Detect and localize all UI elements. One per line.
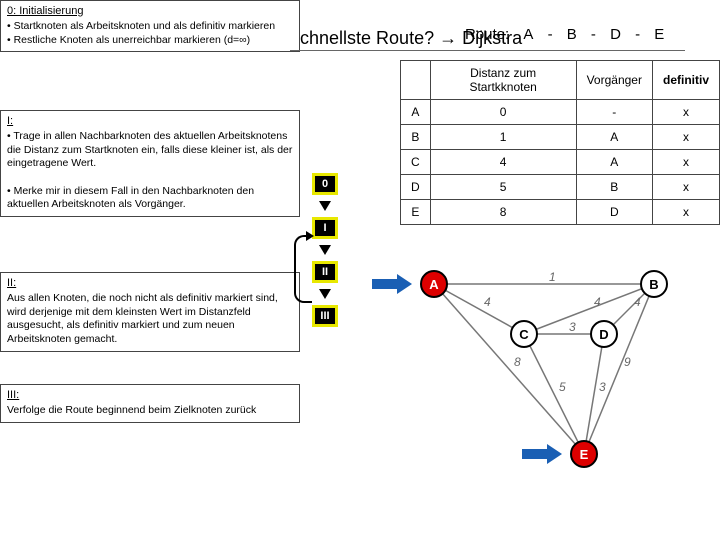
route-label: Route: [465,26,509,43]
graph-node-a: A [420,270,448,298]
table-row: B1Ax [401,125,720,150]
cell: A [401,100,431,125]
th-pred: Vorgänger [576,61,652,100]
step-3-box: III: Verfolge die Route beginnend beim Z… [0,384,300,423]
route-sep: - [548,26,553,43]
chevron-down-icon [319,289,331,299]
flow-loop-arrow [294,235,312,303]
graph-edge [584,334,604,454]
cell: A [576,150,652,175]
th-dist: Distanz zum Startkknoten [430,61,576,100]
edge-weight: 4 [634,295,641,309]
route-n0: A [523,26,533,43]
table-row: A0-x [401,100,720,125]
graph-node-b: B [640,270,668,298]
graph-edge [434,284,584,454]
blue-arrow-icon [522,444,562,464]
step-3-body: Verfolge die Route beginnend beim Zielkn… [7,404,293,418]
title-underline [290,50,685,51]
cell: 0 [430,100,576,125]
route-line: Route: A - B - D - E [460,26,669,43]
cell: - [576,100,652,125]
step-3-title: III: [7,389,293,401]
step-2-title: II: [7,277,293,289]
step-1-title: I: [7,115,293,127]
flow-diagram: 0 I II III [312,173,338,327]
cell: E [401,200,431,225]
table-row: E8Dx [401,200,720,225]
step-0-title: 0: Initialisierung [7,5,293,17]
flow-node-3: III [312,305,338,327]
cell: x [652,100,719,125]
table-row: C4Ax [401,150,720,175]
cell: A [576,125,652,150]
cell: x [652,175,719,200]
cell: 4 [430,150,576,175]
edge-weight: 3 [569,320,576,334]
cell: B [401,125,431,150]
cell: 8 [430,200,576,225]
step-2-body: Aus allen Knoten, die noch nicht als def… [7,292,293,347]
edge-weight: 8 [514,355,521,369]
chevron-down-icon [319,201,331,211]
flow-node-1: I [312,217,338,239]
step-0-body: • Startknoten als Arbeitsknoten und als … [7,20,293,47]
graph-node-e: E [570,440,598,468]
cell: B [576,175,652,200]
graph-edge [434,284,524,334]
route-n2: D [610,26,621,43]
step-1-box: I: • Trage in allen Nachbarknoten des ak… [0,110,300,217]
blue-arrow-icon [372,274,412,294]
graph-diagram: 1 4 4 4 3 8 5 3 9 A B C D E [380,250,690,480]
table-header-row: Distanz zum Startkknoten Vorgänger defin… [401,61,720,100]
cell: D [401,175,431,200]
graph-edge [584,284,654,454]
flow-node-2: II [312,261,338,283]
edge-weight: 4 [484,295,491,309]
flow-node-0: 0 [312,173,338,195]
step-1-body: • Trage in allen Nachbarknoten des aktue… [7,130,293,212]
edge-weight: 5 [559,380,566,394]
cell: x [652,125,719,150]
route-n1: B [567,26,577,43]
th-node [401,61,431,100]
dijkstra-table: Distanz zum Startkknoten Vorgänger defin… [400,60,720,225]
graph-edge [524,284,654,334]
table-row: D5Bx [401,175,720,200]
cell: 1 [430,125,576,150]
cell: x [652,200,719,225]
cell: x [652,150,719,175]
graph-node-d: D [590,320,618,348]
route-sep: - [635,26,640,43]
edge-weight: 9 [624,355,631,369]
cell: D [576,200,652,225]
chevron-down-icon [319,245,331,255]
cell: 5 [430,175,576,200]
th-def: definitiv [652,61,719,100]
edge-weight: 3 [599,380,606,394]
route-sep: - [591,26,596,43]
graph-edge [524,334,584,454]
cell: C [401,150,431,175]
step-0-box: 0: Initialisierung • Startknoten als Arb… [0,0,300,52]
route-n3: E [654,26,664,43]
edge-weight: 1 [549,270,556,284]
graph-node-c: C [510,320,538,348]
edge-weight: 4 [594,295,601,309]
step-2-box: II: Aus allen Knoten, die noch nicht als… [0,272,300,352]
